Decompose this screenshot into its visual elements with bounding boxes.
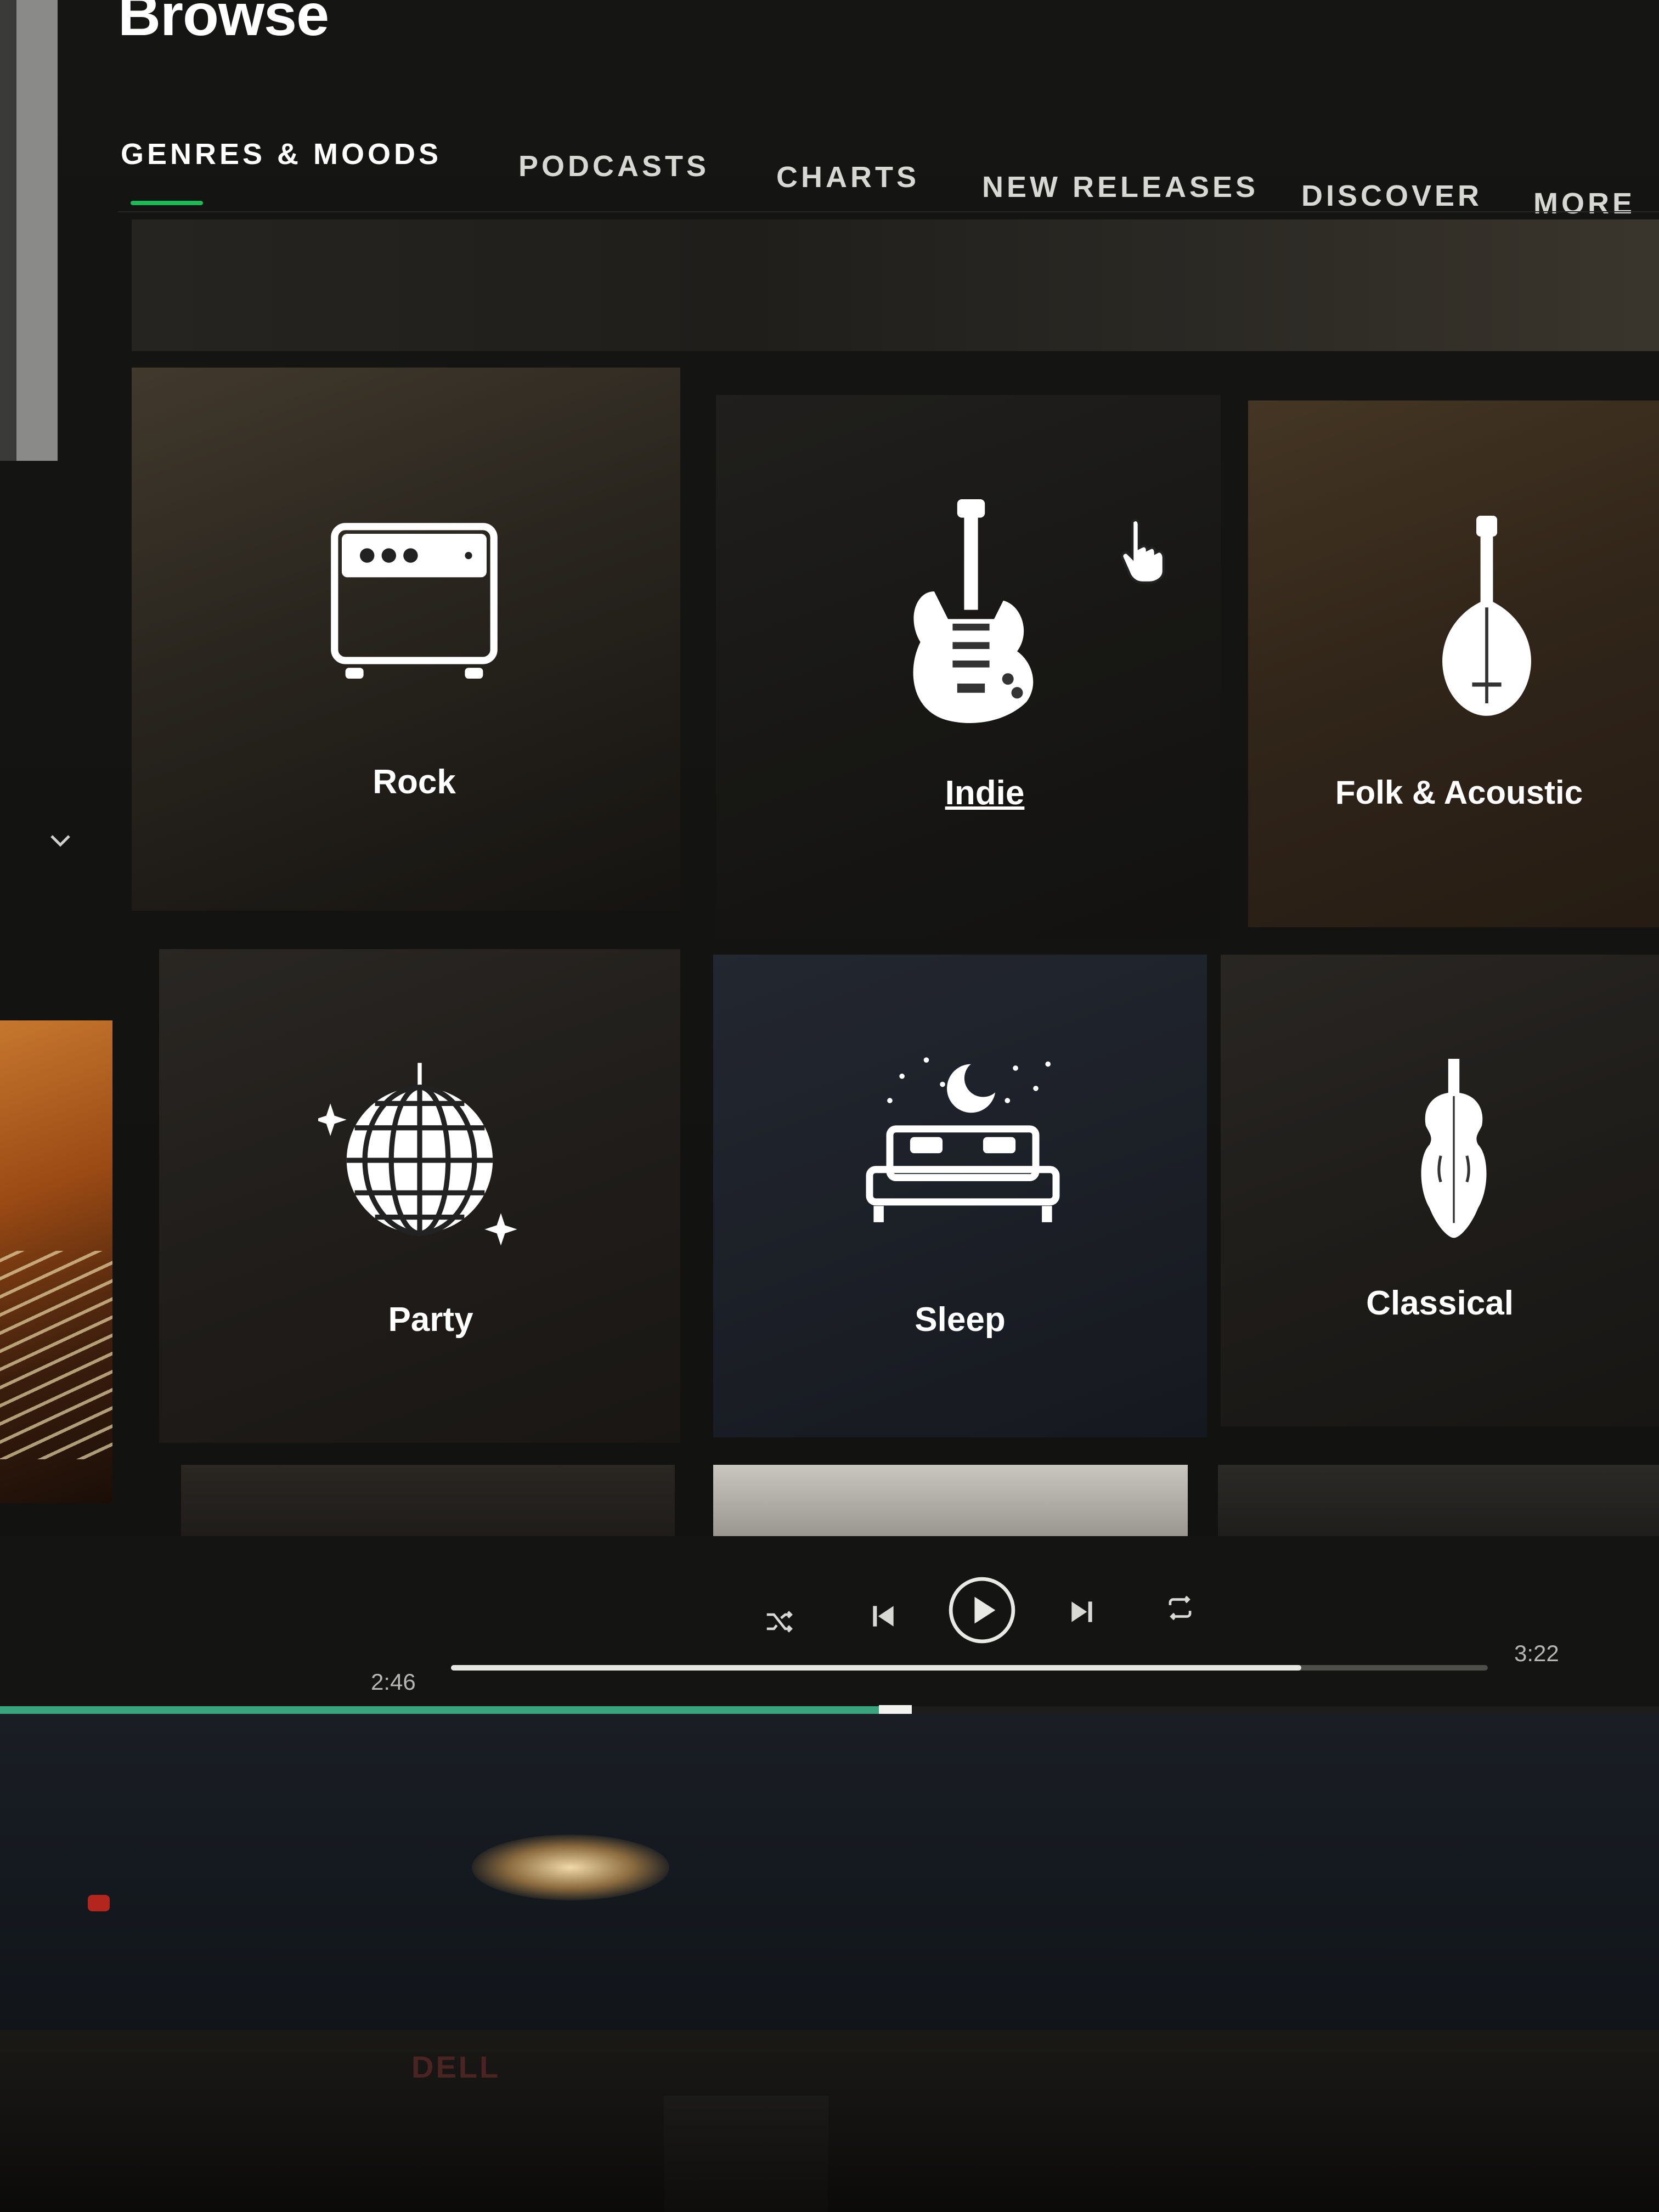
app-window: Browse GENRES & MOODS PODCASTS CHARTS NE… — [0, 0, 1659, 2030]
playback-progress-bar[interactable] — [451, 1665, 1488, 1671]
genre-tile-folk-acoustic[interactable]: Folk & Acoustic — [1248, 400, 1659, 927]
page-title: Browse — [118, 0, 329, 48]
disco-ball-icon — [318, 1063, 517, 1246]
sidebar-scroll-thumb[interactable] — [16, 0, 58, 461]
shuffle-icon[interactable] — [763, 1605, 797, 1639]
background-content — [0, 1714, 1659, 2030]
genre-tile-party[interactable]: Party — [159, 949, 680, 1443]
play-icon[interactable] — [946, 1575, 1018, 1646]
genre-tile-indie[interactable]: Indie — [716, 395, 1221, 938]
previous-icon[interactable] — [868, 1601, 899, 1632]
browse-tabs: GENRES & MOODS PODCASTS CHARTS NEW RELEA… — [121, 137, 1657, 221]
tab-new-releases[interactable]: NEW RELEASES — [982, 170, 1259, 204]
next-icon[interactable] — [1066, 1596, 1097, 1627]
genre-row-partial-top — [132, 219, 1659, 351]
monitor-bezel — [0, 2030, 1659, 2212]
genre-tile-sleep[interactable]: Sleep — [713, 955, 1207, 1437]
electric-guitar-icon — [913, 499, 1034, 723]
genre-label-party: Party — [388, 1301, 473, 1339]
genre-tile-rock[interactable]: Rock — [132, 368, 680, 911]
tab-podcasts[interactable]: PODCASTS — [518, 149, 709, 183]
active-tab-indicator — [131, 201, 203, 205]
sidebar-scrollbar[interactable] — [0, 0, 58, 461]
monitor-brand-logo: DELL — [411, 2050, 501, 2084]
monitor-stand — [664, 2096, 828, 2212]
bed-moon-icon — [866, 1057, 1060, 1222]
genre-label-sleep: Sleep — [915, 1301, 1006, 1339]
amp-icon — [331, 523, 498, 679]
genre-tile-classical[interactable]: Classical — [1221, 955, 1659, 1426]
secondary-progress-bar — [0, 1705, 1659, 1715]
genre-label-rock: Rock — [373, 763, 456, 801]
genre-label-indie: Indie — [945, 774, 1025, 812]
tab-charts[interactable]: CHARTS — [776, 160, 919, 194]
genre-label-folk-acoustic: Folk & Acoustic — [1335, 774, 1583, 811]
chevron-down-icon[interactable] — [48, 828, 72, 853]
tab-genres-moods[interactable]: GENRES & MOODS — [121, 137, 442, 171]
mandolin-icon — [1442, 516, 1531, 716]
repeat-icon[interactable] — [1163, 1591, 1197, 1625]
playback-progress-fill — [451, 1665, 1301, 1671]
elapsed-time: 2:46 — [371, 1669, 416, 1695]
genre-label-classical: Classical — [1366, 1284, 1514, 1322]
track-duration: 3:22 — [1514, 1640, 1559, 1666]
tab-discover[interactable]: DISCOVER — [1301, 179, 1482, 213]
hand-cursor-icon — [1121, 518, 1165, 584]
secondary-progress-fill — [0, 1706, 884, 1714]
now-playing-cover-art — [0, 1020, 112, 1503]
tab-divider — [118, 211, 1659, 212]
violin-icon — [1421, 1059, 1487, 1238]
tab-more[interactable]: MORE — [1533, 187, 1635, 221]
